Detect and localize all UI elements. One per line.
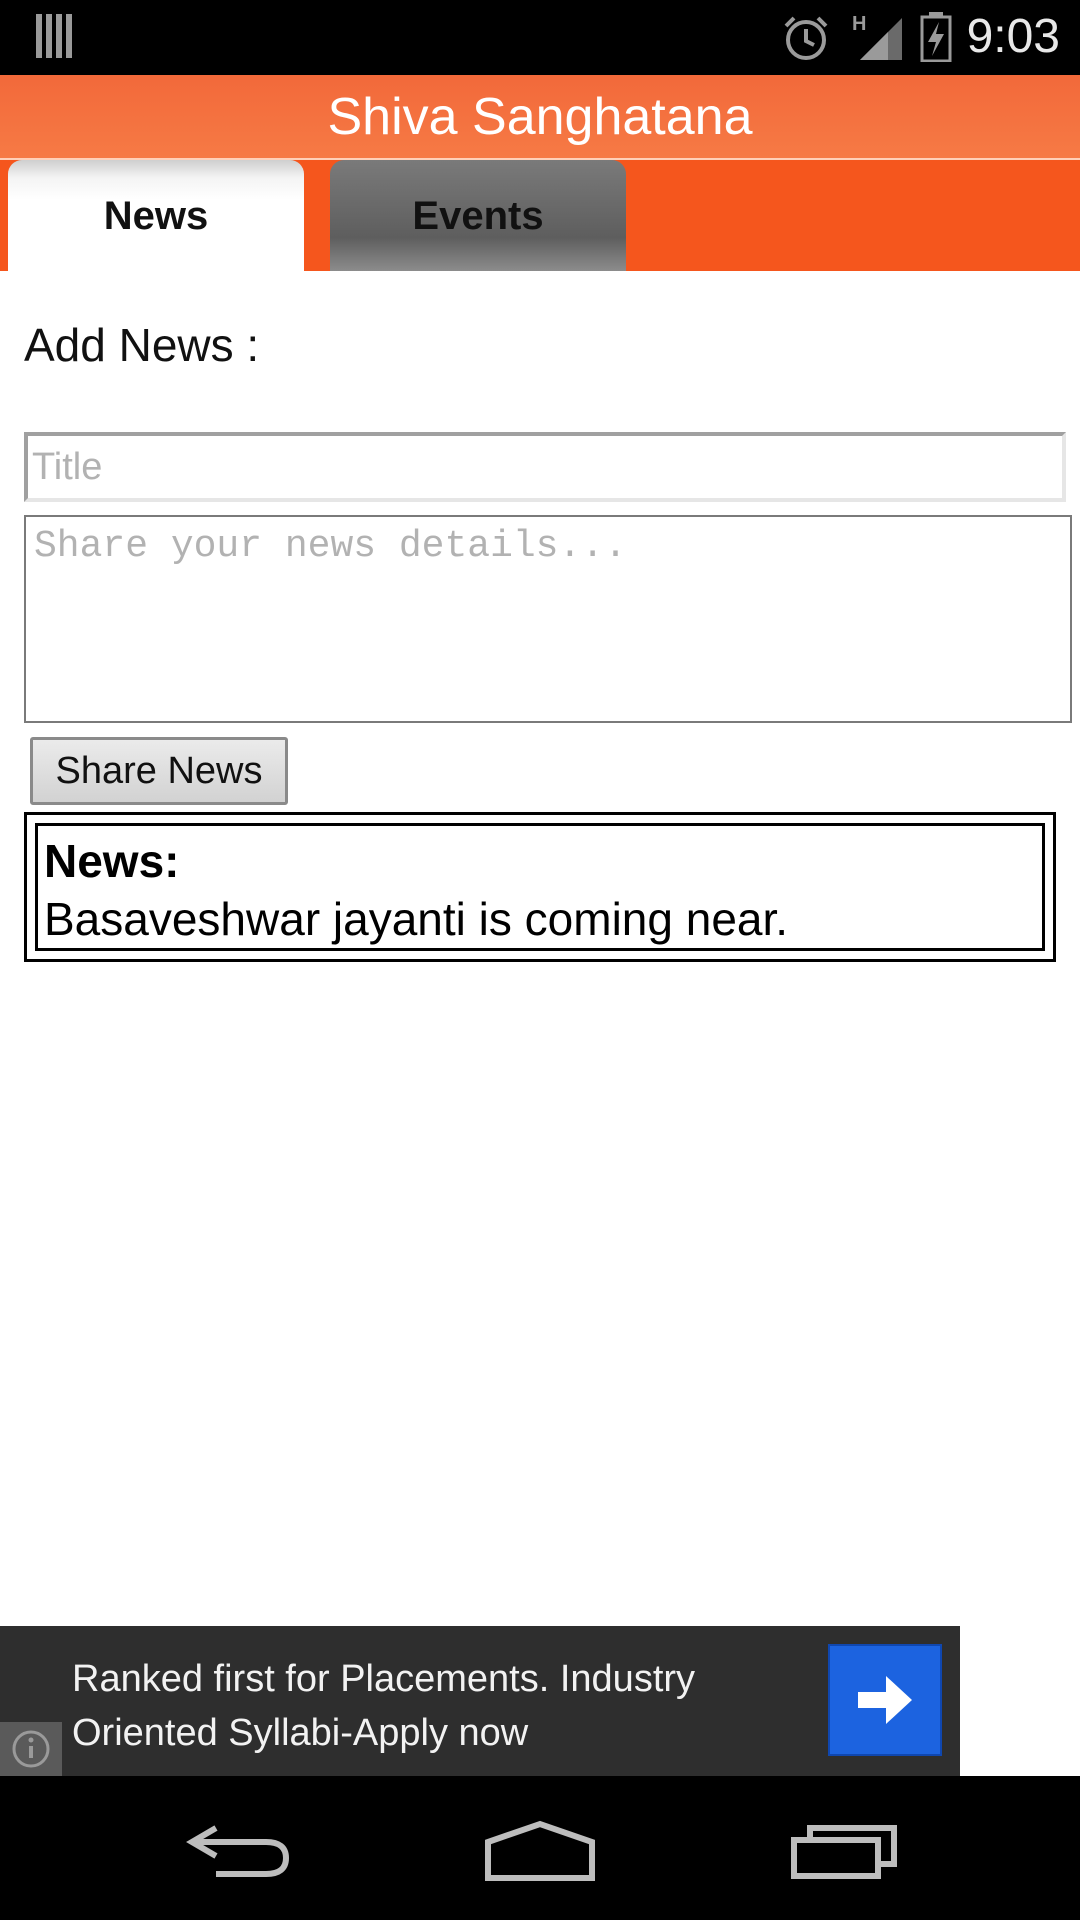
- news-heading: News:: [44, 835, 180, 887]
- notification-bars-icon: [36, 14, 72, 58]
- ad-text[interactable]: Ranked first for Placements. Industry Or…: [72, 1652, 772, 1760]
- arrow-right-icon: [858, 1676, 912, 1724]
- app-title: Shiva Sanghatana: [327, 88, 753, 146]
- news-card: News: Basaveshwar jayanti is coming near…: [24, 812, 1056, 962]
- add-news-heading: Add News :: [24, 319, 260, 371]
- alarm-icon: [784, 16, 828, 60]
- tab-events[interactable]: Events: [330, 160, 626, 271]
- info-icon: [12, 1730, 50, 1768]
- news-details-input[interactable]: [24, 515, 1072, 723]
- navigation-bar: [0, 1776, 1080, 1920]
- share-news-button[interactable]: Share News: [30, 737, 288, 805]
- news-text: Basaveshwar jayanti is coming near.: [44, 893, 789, 945]
- ad-arrow-button[interactable]: [828, 1644, 942, 1756]
- tab-news[interactable]: News: [8, 160, 304, 273]
- recents-icon[interactable]: [776, 1806, 916, 1890]
- ad-info-button[interactable]: [0, 1722, 62, 1776]
- home-icon[interactable]: [470, 1806, 610, 1890]
- status-bar: H 9:03: [0, 0, 1080, 75]
- title-input[interactable]: [24, 432, 1066, 502]
- network-type-label: H: [852, 13, 866, 35]
- back-icon[interactable]: [170, 1806, 310, 1890]
- status-clock: 9:03: [966, 10, 1060, 63]
- ad-banner[interactable]: Ranked first for Placements. Industry Or…: [0, 1626, 960, 1776]
- tab-bar: News Events: [0, 160, 1080, 273]
- action-bar: Shiva Sanghatana: [0, 75, 1080, 159]
- news-card-inner: News: Basaveshwar jayanti is coming near…: [35, 823, 1045, 951]
- battery-charging-icon: [920, 12, 952, 62]
- signal-icon: H: [852, 13, 902, 60]
